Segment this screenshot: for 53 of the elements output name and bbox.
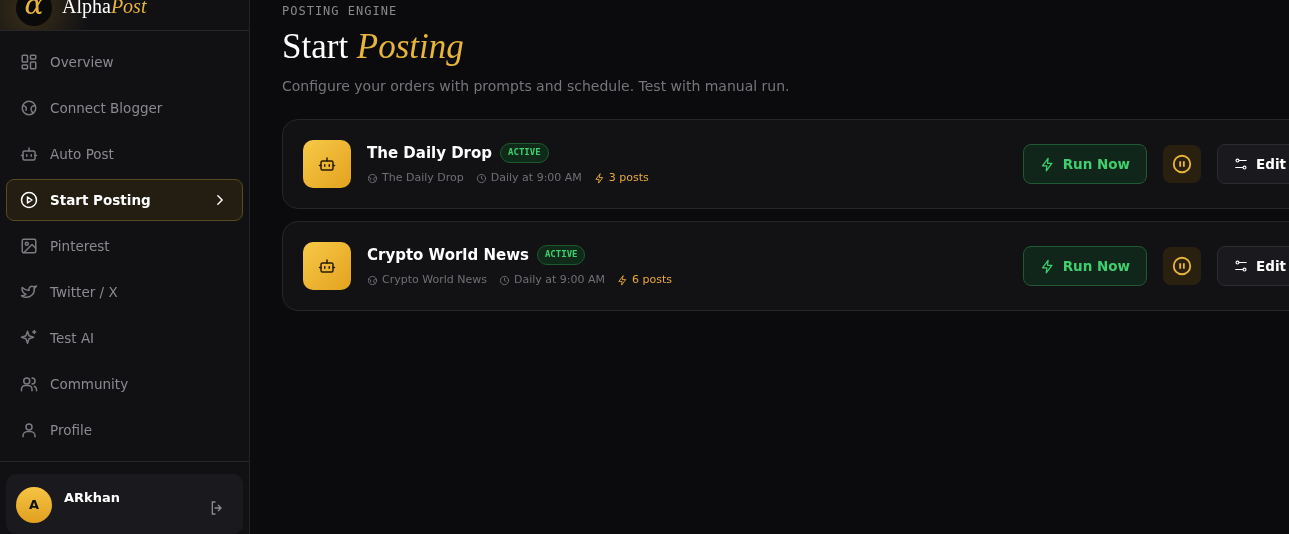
run-now-button[interactable]: Run Now [1022, 246, 1148, 286]
sliders-icon [1234, 259, 1249, 273]
globe-icon [20, 99, 38, 117]
robot-icon [20, 145, 38, 163]
section-eyebrow: POSTING ENGINE [282, 3, 399, 20]
globe-icon [367, 172, 378, 184]
sidebar-item[interactable]: Start Posting [6, 179, 243, 221]
bird-icon [20, 283, 38, 301]
clock-icon [475, 172, 487, 184]
sparkle-icon [20, 329, 38, 347]
user-icon [20, 421, 38, 439]
blog-name: Crypto World News [367, 272, 487, 289]
avatar: A [16, 487, 52, 523]
sidebar-item[interactable]: Community [6, 363, 243, 405]
robot-icon [318, 257, 336, 275]
blog-name: The Daily Drop [367, 170, 464, 187]
clock-icon [499, 274, 510, 286]
run-now-button[interactable]: Run Now [1022, 144, 1148, 184]
sidebar-item[interactable]: Twitter / X [6, 271, 243, 313]
bolt-icon [1039, 156, 1055, 172]
users-icon [20, 375, 38, 393]
bolt-icon [617, 274, 629, 286]
post-count: 6 posts [617, 272, 673, 289]
status-badge: ACTIVE [536, 245, 586, 265]
image-icon [20, 237, 38, 255]
sidebar-item[interactable]: Test AI [6, 317, 243, 359]
user-name: ARkhan [64, 489, 121, 507]
globe-icon [367, 274, 378, 286]
sliders-icon [1234, 157, 1249, 171]
pause-icon [1171, 153, 1194, 175]
sidebar-item[interactable]: Overview [6, 41, 243, 83]
sidebar-item[interactable]: Connect Blogger [6, 87, 243, 129]
sidebar-item[interactable]: Pinterest [6, 225, 243, 267]
status-badge: ACTIVE [500, 143, 549, 163]
edit-button[interactable]: Edit [1217, 246, 1289, 286]
page-title: Start Posting [282, 26, 465, 68]
grid-icon [20, 53, 38, 71]
post-count: 3 posts [593, 170, 649, 187]
schedule-text: Daily at 9:00 AM [499, 272, 606, 289]
order-name: The Daily Drop [367, 142, 493, 164]
bolt-icon [593, 172, 605, 184]
pause-button[interactable] [1163, 247, 1202, 285]
order-name: Crypto World News [367, 244, 529, 266]
play-icon [20, 191, 38, 209]
pause-button[interactable] [1163, 145, 1202, 183]
page-subtitle: Configure your orders with prompts and schedule. Test with manual run. [282, 77, 791, 96]
pause-icon [1171, 255, 1194, 277]
sidebar-item[interactable]: Auto Post [6, 133, 243, 175]
edit-button[interactable]: Edit [1217, 144, 1289, 184]
schedule-text: Daily at 9:00 AM [475, 170, 582, 187]
bolt-icon [1039, 258, 1055, 274]
sidebar-item[interactable]: Profile [6, 409, 243, 451]
robot-icon [318, 155, 336, 173]
